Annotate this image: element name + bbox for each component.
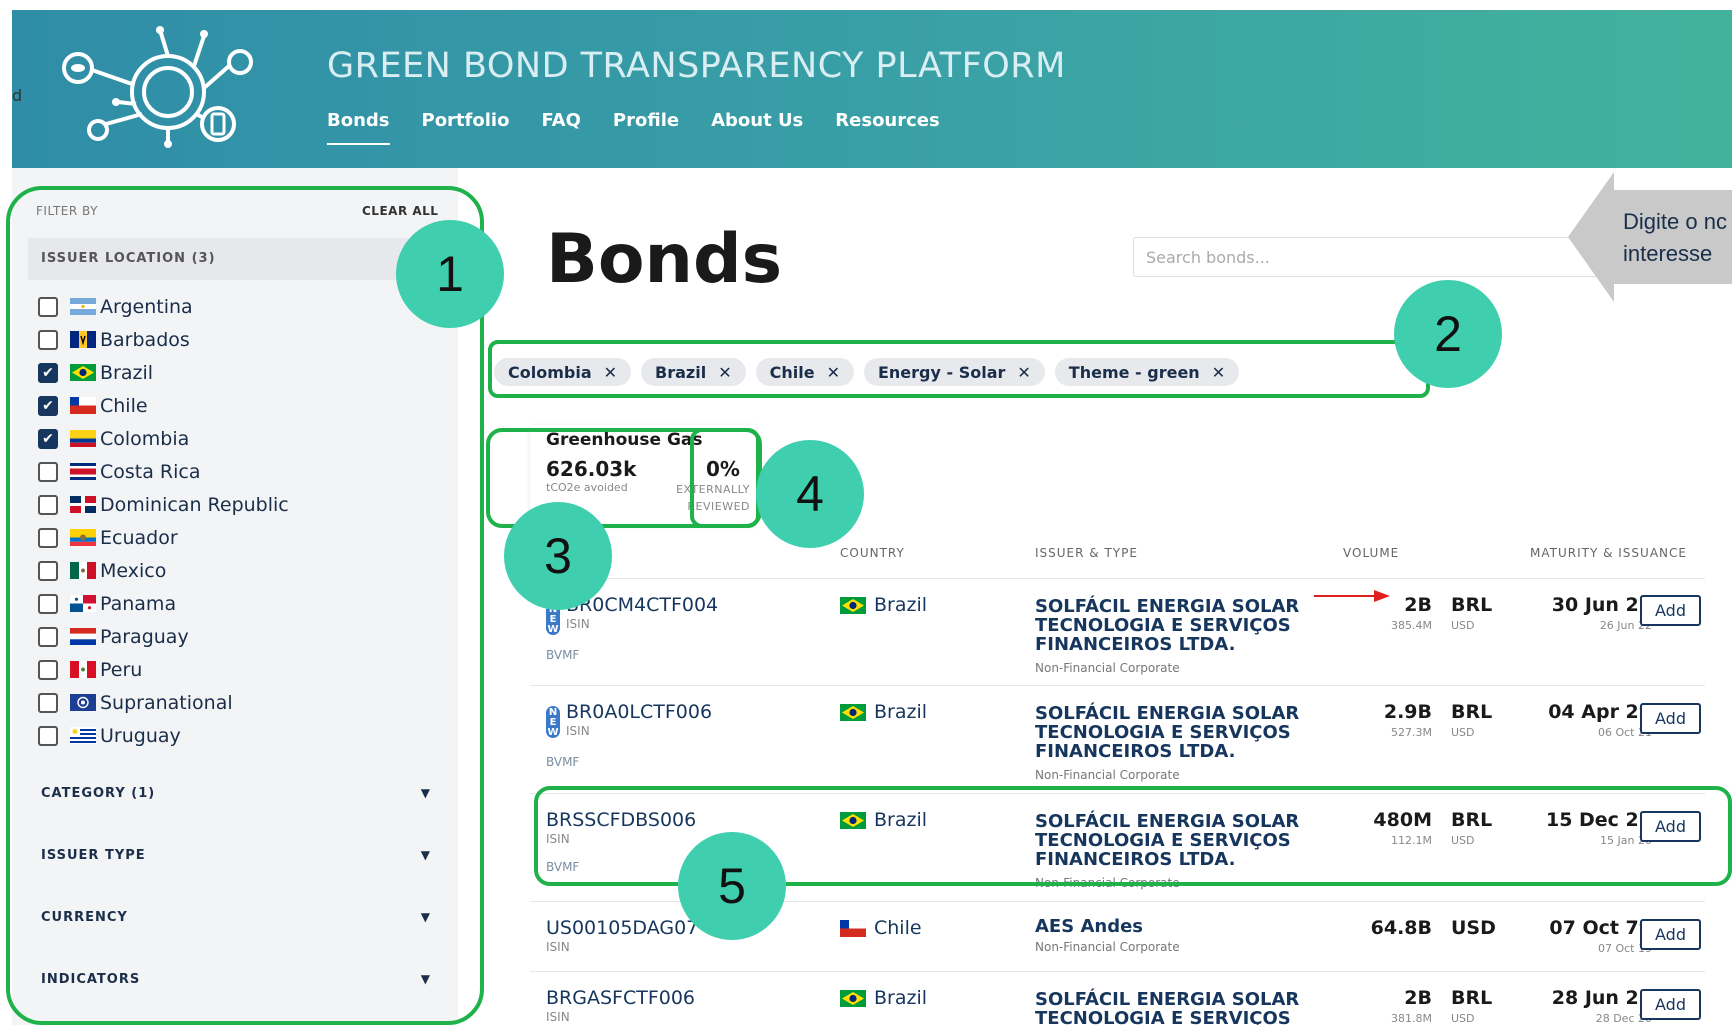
- volume-usd: 381.8M: [1391, 1012, 1432, 1025]
- flag-brazil-icon: [840, 989, 866, 1007]
- country-cell: Brazil: [840, 701, 927, 723]
- issuance-date: 26 Jun 22: [1599, 619, 1652, 632]
- country-name: Brazil: [874, 594, 928, 616]
- currency-sub: USD: [1451, 726, 1475, 739]
- exchange-label: BVMF: [546, 648, 580, 662]
- column-header-volume[interactable]: VOLUME: [1343, 546, 1399, 560]
- issuer-type: Non-Financial Corporate: [1035, 940, 1180, 954]
- maturity-date: 28 Jun 28: [1551, 987, 1652, 1009]
- flag-brazil-icon: [840, 703, 866, 721]
- annotation-circle-4: 4: [756, 440, 864, 548]
- platform-title: GREEN BOND TRANSPARENCY PLATFORM: [327, 46, 1066, 86]
- tooltip-line-2: interesse: [1623, 241, 1713, 266]
- nav-bonds[interactable]: Bonds: [327, 110, 390, 145]
- issuance-date: 06 Oct 21: [1597, 726, 1652, 739]
- page-root: { "header": { "stray_text": "d", "brand"…: [0, 0, 1732, 1025]
- country-cell: Brazil: [840, 594, 927, 616]
- isin-code[interactable]: US00105DAG07: [546, 917, 698, 939]
- annotation-box-4: [690, 428, 760, 528]
- country-name: Brazil: [874, 987, 928, 1009]
- issuer-name[interactable]: SOLFÁCIL ENERGIA SOLAR TECNOLOGIA E SERV…: [1035, 990, 1335, 1025]
- nav-about-us[interactable]: About Us: [711, 110, 803, 145]
- table-row[interactable]: BRGASFCTF006 ISIN Brazil SOLFÁCIL ENERGI…: [530, 971, 1705, 1025]
- add-button[interactable]: Add: [1640, 703, 1701, 734]
- issuer-name[interactable]: SOLFÁCIL ENERGIA SOLAR TECNOLOGIA E SERV…: [1035, 704, 1335, 761]
- tooltip-line-1: Digite o nc: [1623, 209, 1727, 234]
- maturity-date: 07 Oct 79: [1549, 917, 1652, 939]
- tooltip-text: Digite o nc interesse: [1623, 206, 1727, 270]
- new-badge-icon: NEW: [546, 706, 560, 738]
- nav-profile[interactable]: Profile: [613, 110, 679, 145]
- main-nav: Bonds Portfolio FAQ Profile About Us Res…: [327, 110, 940, 145]
- page-title: Bonds: [546, 220, 783, 299]
- add-button[interactable]: Add: [1640, 595, 1701, 626]
- volume-usd: 385.4M: [1391, 619, 1432, 632]
- nav-faq[interactable]: FAQ: [541, 110, 580, 145]
- issuance-date: 28 Dec 20: [1595, 1012, 1652, 1025]
- country-cell: Chile: [840, 917, 922, 939]
- stray-text: d: [12, 86, 23, 105]
- add-button[interactable]: Add: [1640, 989, 1701, 1020]
- column-header-maturity[interactable]: MATURITY & ISSUANCE: [1530, 546, 1687, 560]
- currency-value: USD: [1451, 917, 1496, 939]
- nav-resources[interactable]: Resources: [835, 110, 939, 145]
- annotation-circle-5: 5: [678, 832, 786, 940]
- issuer-type: Non-Financial Corporate: [1035, 768, 1180, 782]
- add-button[interactable]: Add: [1640, 919, 1701, 950]
- issuer-name[interactable]: SOLFÁCIL ENERGIA SOLAR TECNOLOGIA E SERV…: [1035, 597, 1335, 654]
- annotation-circle-3: 3: [504, 502, 612, 610]
- annotation-circle-2: 2: [1394, 280, 1502, 388]
- volume-value: 2B: [1404, 987, 1432, 1009]
- currency-sub: USD: [1451, 1012, 1475, 1025]
- table-row[interactable]: NEW BR0A0LCTF006 ISIN BVMF Brazil SOLFÁC…: [530, 685, 1705, 793]
- exchange-label: BVMF: [546, 755, 580, 769]
- country-name: Chile: [874, 917, 922, 939]
- country-name: Brazil: [874, 701, 928, 723]
- issuer-name[interactable]: AES Andes: [1035, 917, 1335, 936]
- currency-value: BRL: [1451, 701, 1493, 723]
- isin-label: ISIN: [566, 617, 590, 631]
- maturity-date: 04 Apr 29: [1548, 701, 1652, 723]
- currency-value: BRL: [1451, 987, 1493, 1009]
- currency-sub: USD: [1451, 619, 1475, 632]
- annotation-box-2: [488, 340, 1430, 398]
- platform-logo-icon: [62, 26, 253, 148]
- flag-brazil-icon: [840, 596, 866, 614]
- column-header-issuer[interactable]: ISSUER & TYPE: [1035, 546, 1138, 560]
- volume-value: 64.8B: [1370, 917, 1432, 939]
- isin-label: ISIN: [546, 940, 570, 954]
- issuer-type: Non-Financial Corporate: [1035, 661, 1180, 675]
- isin-code[interactable]: BR0A0LCTF006: [566, 701, 712, 723]
- annotation-circle-1: 1: [396, 220, 504, 328]
- flag-chile-icon: [840, 919, 866, 937]
- table-row[interactable]: NEW BR0CM4CTF004 ISIN BVMF Brazil SOLFÁC…: [530, 578, 1705, 685]
- red-arrow-icon: [1314, 590, 1390, 602]
- volume-value: 2.9B: [1383, 701, 1432, 723]
- nav-portfolio[interactable]: Portfolio: [422, 110, 510, 145]
- maturity-date: 30 Jun 25: [1551, 594, 1652, 616]
- isin-code[interactable]: BRGASFCTF006: [546, 987, 695, 1009]
- issuance-date: 07 Oct 19: [1597, 942, 1652, 955]
- volume-usd: 527.3M: [1391, 726, 1432, 739]
- isin-label: ISIN: [546, 1010, 570, 1024]
- currency-value: BRL: [1451, 594, 1493, 616]
- country-cell: Brazil: [840, 987, 927, 1009]
- column-header-country[interactable]: COUNTRY: [840, 546, 905, 560]
- isin-label: ISIN: [566, 724, 590, 738]
